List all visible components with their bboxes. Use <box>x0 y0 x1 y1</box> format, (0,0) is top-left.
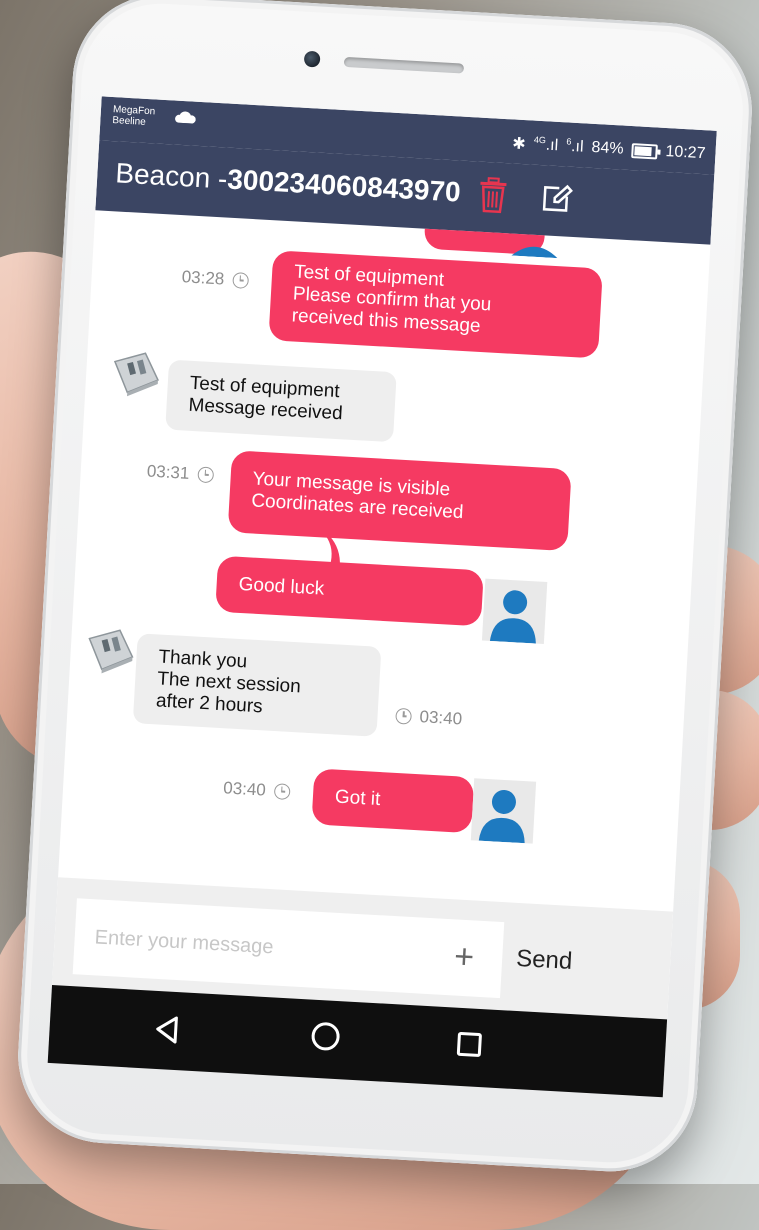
network-1-label: 4G <box>533 134 547 146</box>
signal-1-icon: 4G.ıl <box>533 134 559 155</box>
message-bubble-outgoing[interactable]: Test of equipment Please confirm that yo… <box>268 250 603 359</box>
home-circle-icon[interactable] <box>310 1021 341 1052</box>
send-button[interactable]: Send <box>515 945 572 976</box>
plus-icon[interactable]: + <box>453 937 475 976</box>
message-line: Good luck <box>238 573 325 600</box>
message-time: 03:31 <box>146 462 214 486</box>
cloud-icon <box>175 111 196 124</box>
message-time: 03:40 <box>395 706 463 730</box>
user-icon <box>489 590 536 644</box>
message-time-label: 03:40 <box>222 778 267 800</box>
message-time: 03:28 <box>181 267 249 291</box>
message-bubble-outgoing[interactable]: Your message is visible Coordinates are … <box>227 450 572 552</box>
title-number: 300234060843970 <box>226 163 462 208</box>
bluetooth-icon: ✱ <box>511 135 527 154</box>
clock-icon <box>231 272 249 289</box>
message-bubble-outgoing[interactable]: Good luck <box>215 555 484 627</box>
message-line: Got it <box>334 786 381 811</box>
battery-icon <box>631 142 658 160</box>
phone-device: MegaFon Beeline ✱ 4G.ıl 6.ıl 84% 10:27 B… <box>13 0 757 1177</box>
phone-screen: MegaFon Beeline ✱ 4G.ıl 6.ıl 84% 10:27 B… <box>52 96 717 1020</box>
message-time-label: 03:31 <box>146 461 190 483</box>
clock-icon <box>273 783 291 800</box>
earpiece-speaker <box>343 56 465 74</box>
user-avatar <box>470 778 537 844</box>
clock-icon <box>196 466 214 484</box>
beacon-device-avatar <box>113 352 159 397</box>
message-time-label: 03:28 <box>181 267 225 289</box>
user-icon <box>478 789 525 844</box>
battery-fill <box>634 145 652 156</box>
recent-square-icon[interactable] <box>456 1031 483 1058</box>
message-bubble-incoming[interactable]: Test of equipment Message received <box>165 359 397 443</box>
page-title: Beacon -300234060843970 <box>115 157 462 208</box>
message-list[interactable]: 03:28 Test of equipment Please confirm t… <box>58 210 710 911</box>
back-triangle-icon[interactable] <box>151 1013 185 1047</box>
clock-time: 10:27 <box>665 142 706 163</box>
message-time-label: 03:40 <box>419 707 463 729</box>
compose-edit-icon[interactable] <box>540 181 574 215</box>
battery-percent: 84% <box>591 138 625 158</box>
network-2-label: 6 <box>566 136 572 148</box>
title-prefix: Beacon - <box>114 157 229 195</box>
beacon-device-avatar <box>88 629 134 674</box>
status-icons: ✱ 4G.ıl 6.ıl 84% 10:27 <box>512 133 706 164</box>
carrier-names: MegaFon Beeline <box>112 104 155 128</box>
signal-2-icon: 6.ıl <box>566 136 585 157</box>
message-input[interactable] <box>72 898 505 999</box>
message-time: 03:40 <box>223 778 291 802</box>
trash-icon[interactable] <box>476 176 510 216</box>
user-avatar <box>481 578 548 644</box>
message-bubble-outgoing[interactable]: Got it <box>311 768 475 834</box>
front-camera <box>303 50 321 68</box>
clock-icon <box>395 707 413 725</box>
message-bubble-incoming[interactable]: Thank you The next session after 2 hours <box>132 633 382 737</box>
